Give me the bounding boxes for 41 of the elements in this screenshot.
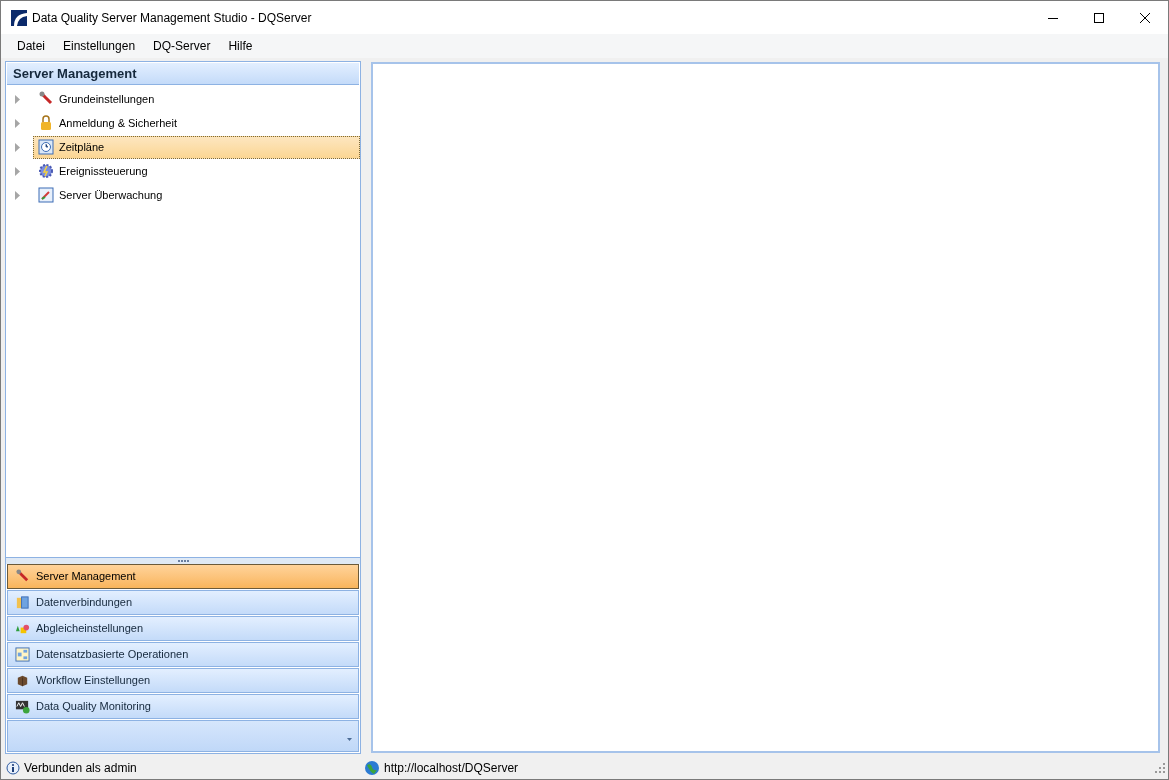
dropdown-icon bbox=[347, 738, 352, 741]
expand-arrow-icon[interactable] bbox=[14, 166, 21, 176]
expand-arrow-icon[interactable] bbox=[14, 118, 21, 128]
navigation-button[interactable]: Workflow Einstellungen bbox=[7, 668, 359, 693]
navigation-button[interactable]: Server Management bbox=[7, 564, 359, 589]
close-icon bbox=[1140, 12, 1150, 23]
navigation-button[interactable]: Datensatzbasierte Operationen bbox=[7, 642, 359, 667]
resize-grip-icon bbox=[1155, 763, 1165, 773]
expand-arrow-icon[interactable] bbox=[14, 190, 21, 200]
app-logo-icon bbox=[11, 9, 27, 26]
maximize-icon bbox=[1094, 12, 1104, 23]
menu-item[interactable]: Datei bbox=[9, 35, 53, 57]
tree-item[interactable]: Server Überwachung bbox=[32, 183, 360, 207]
wrench-icon bbox=[15, 569, 30, 584]
info-icon bbox=[6, 760, 20, 776]
server-url: http://localhost/DQServer bbox=[384, 760, 519, 777]
menu-item[interactable]: Einstellungen bbox=[55, 35, 144, 57]
tree-item[interactable]: Anmeldung & Sicherheit bbox=[32, 111, 360, 135]
window-title: Data Quality Server Management Studio - DQServer bbox=[32, 9, 312, 27]
navigation-button[interactable]: Data Quality Monitoring bbox=[7, 694, 359, 719]
menu-item[interactable]: DQ-Server bbox=[145, 35, 219, 57]
connection-status: Verbunden als admin bbox=[24, 760, 138, 777]
tree-item[interactable]: Ereignissteuerung bbox=[32, 159, 360, 183]
panel-title: Server Management bbox=[7, 63, 359, 85]
gear-icon bbox=[37, 163, 54, 179]
box-icon bbox=[15, 673, 30, 688]
overflow-bar[interactable] bbox=[7, 720, 359, 752]
tree-item[interactable]: Zeitpläne bbox=[32, 135, 360, 159]
navigation-button[interactable]: Datenverbindungen bbox=[7, 590, 359, 615]
menu-item[interactable]: Hilfe bbox=[220, 35, 261, 57]
chart-window-icon bbox=[37, 187, 54, 203]
navigation-button[interactable]: Abgleicheinstellungen bbox=[7, 616, 359, 641]
diagram-icon bbox=[15, 647, 30, 662]
expand-arrow-icon[interactable] bbox=[14, 142, 21, 152]
splitter-handle[interactable] bbox=[6, 557, 360, 564]
wrench-icon bbox=[37, 91, 54, 107]
tree-item[interactable]: Grundeinstellungen bbox=[32, 87, 360, 111]
database-icon bbox=[15, 595, 30, 610]
monitor-icon bbox=[15, 699, 30, 714]
expand-arrow-icon[interactable] bbox=[14, 94, 21, 104]
clock-icon bbox=[37, 139, 54, 155]
